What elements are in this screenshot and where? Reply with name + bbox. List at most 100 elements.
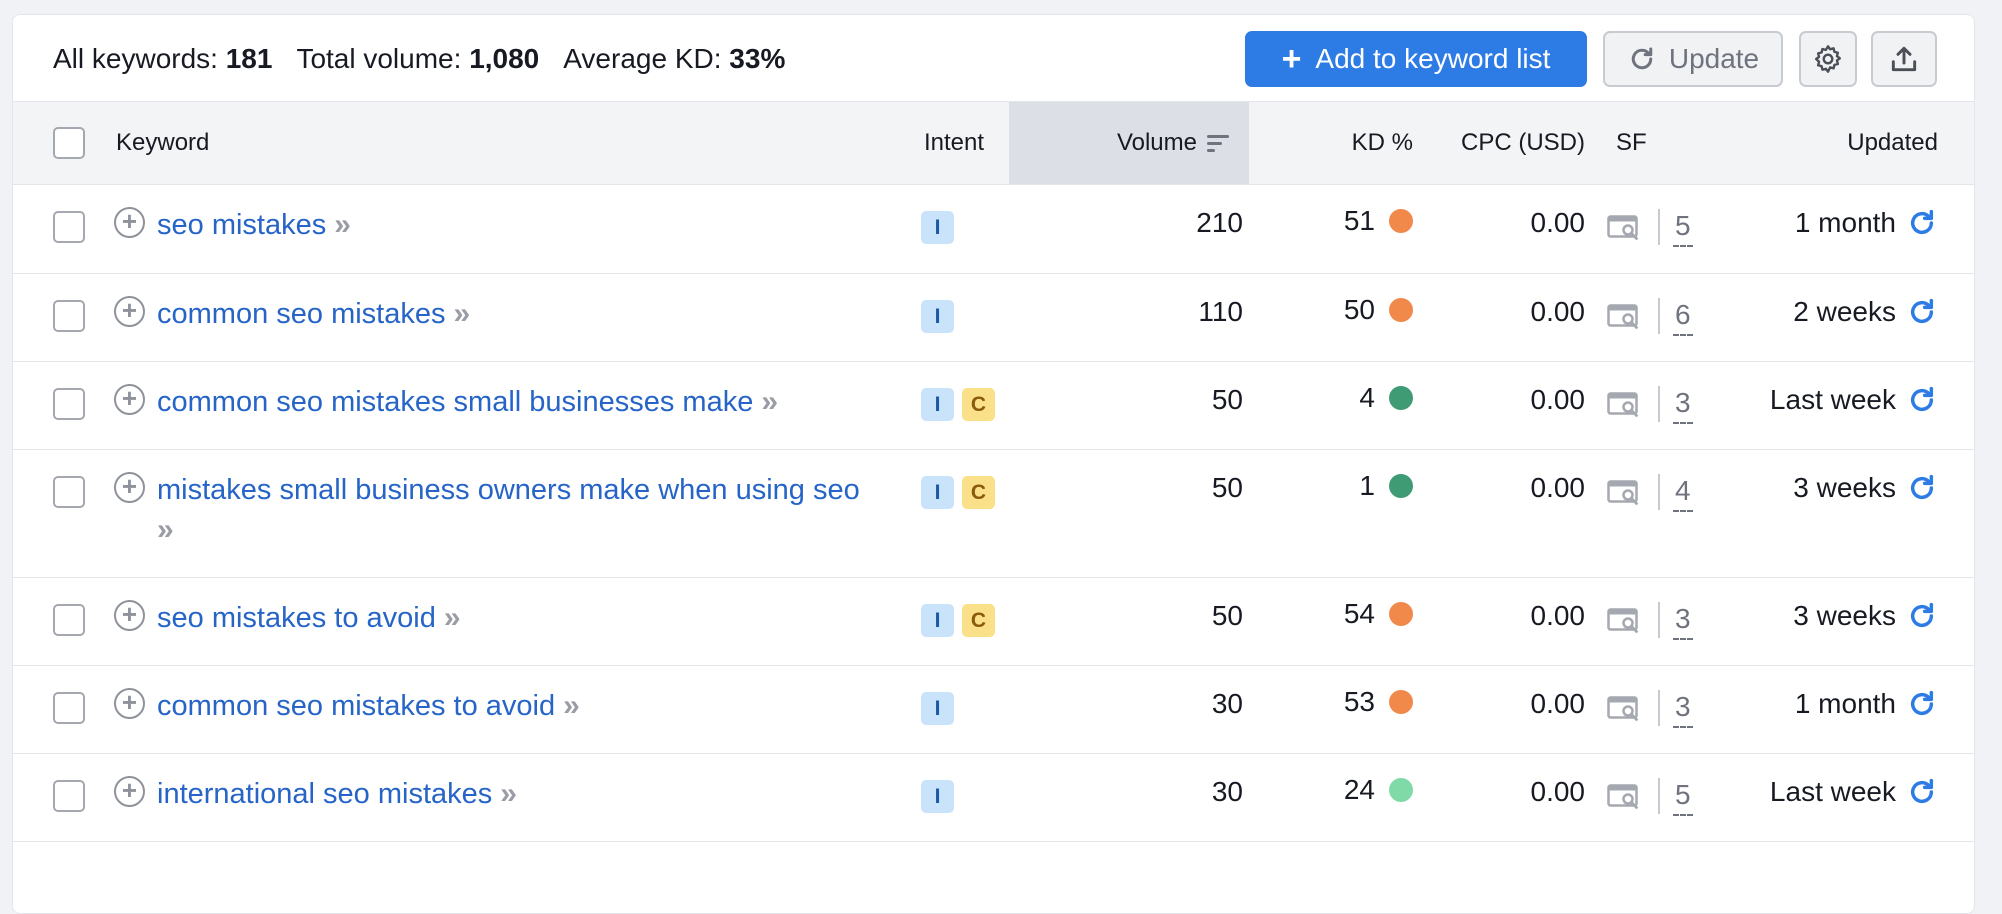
total-volume-value: 1,080 <box>469 43 540 74</box>
sf-count[interactable]: 3 <box>1673 384 1693 424</box>
add-to-list-icon[interactable]: + <box>114 600 145 631</box>
add-to-list-icon[interactable]: + <box>114 207 145 238</box>
column-volume-label: Volume <box>1116 129 1197 156</box>
row-checkbox[interactable] <box>53 780 85 812</box>
sf-count[interactable]: 3 <box>1673 688 1693 728</box>
intent-badge-informational: I <box>921 476 954 509</box>
serp-features-icon[interactable] <box>1607 696 1641 722</box>
row-checkbox[interactable] <box>53 604 85 636</box>
export-button[interactable] <box>1871 31 1937 87</box>
column-keyword-label: Keyword <box>116 129 210 156</box>
all-keywords-value: 181 <box>225 43 273 74</box>
keyword-link[interactable]: common seo mistakes to avoid <box>157 690 555 722</box>
column-header-sf[interactable]: SF <box>1616 102 1647 184</box>
serp-features-icon[interactable] <box>1607 608 1641 634</box>
refresh-row-icon[interactable] <box>1906 384 1938 416</box>
sf-count[interactable]: 4 <box>1673 472 1693 512</box>
select-all-checkbox[interactable] <box>53 127 85 159</box>
serp-features-icon[interactable] <box>1607 480 1641 506</box>
keyword-cell: common seo mistakes small businesses mak… <box>157 382 897 422</box>
add-to-list-icon[interactable]: + <box>114 776 145 807</box>
keyword-link[interactable]: mistakes small business owners make when… <box>157 474 860 506</box>
keyword-overview-chevron-icon[interactable]: » <box>334 208 351 241</box>
column-header-keyword[interactable]: Keyword <box>116 102 209 184</box>
keyword-overview-chevron-icon[interactable]: » <box>563 689 580 722</box>
kd-cell: 4 <box>1293 382 1413 414</box>
keyword-overview-chevron-icon[interactable]: » <box>761 385 778 418</box>
column-header-volume[interactable]: Volume <box>1009 102 1249 184</box>
intent-badge-commercial: C <box>962 388 995 421</box>
intent-badge-informational: I <box>921 388 954 421</box>
keyword-overview-chevron-icon[interactable]: » <box>157 513 174 546</box>
table-row: + international seo mistakes» I 30 24 0.… <box>13 754 1974 842</box>
updated-value: 1 month <box>1794 688 1896 719</box>
cpc-value: 0.00 <box>1530 472 1586 503</box>
keyword-cell: common seo mistakes» <box>157 294 897 334</box>
settings-button[interactable] <box>1799 31 1857 87</box>
add-to-list-icon[interactable]: + <box>114 296 145 327</box>
row-checkbox[interactable] <box>53 692 85 724</box>
row-checkbox[interactable] <box>53 300 85 332</box>
sf-count[interactable]: 3 <box>1673 600 1693 640</box>
keyword-overview-chevron-icon[interactable]: » <box>500 777 517 810</box>
keyword-overview-chevron-icon[interactable]: » <box>454 297 471 330</box>
table-row: + common seo mistakes» I 110 50 0.00 6 2… <box>13 274 1974 362</box>
add-to-list-icon[interactable]: + <box>114 688 145 719</box>
total-volume-stat: Total volume: 1,080 <box>296 43 539 75</box>
average-kd-value: 33% <box>729 43 786 74</box>
total-volume-label: Total volume: <box>296 43 462 74</box>
add-to-keyword-list-button[interactable]: + Add to keyword list <box>1245 31 1587 87</box>
table-row: + seo mistakes» I 210 51 0.00 5 1 month <box>13 185 1974 274</box>
column-header-kd[interactable]: KD % <box>1333 102 1413 184</box>
keyword-cell: mistakes small business owners make when… <box>157 470 897 550</box>
sf-count[interactable]: 5 <box>1673 776 1693 816</box>
row-checkbox[interactable] <box>53 476 85 508</box>
intent-badge-commercial: C <box>962 476 995 509</box>
refresh-row-icon[interactable] <box>1906 472 1938 504</box>
intent-badges: I <box>921 300 954 333</box>
row-checkbox[interactable] <box>53 211 85 243</box>
keyword-link[interactable]: common seo mistakes <box>157 298 446 330</box>
table-row: + common seo mistakes to avoid» I 30 53 … <box>13 666 1974 754</box>
updated-value: 3 weeks <box>1793 472 1896 503</box>
add-to-list-icon[interactable]: + <box>114 472 145 503</box>
keyword-link[interactable]: international seo mistakes <box>157 778 492 810</box>
column-header-intent[interactable]: Intent <box>924 102 984 184</box>
refresh-row-icon[interactable] <box>1906 600 1938 632</box>
sf-divider <box>1658 690 1660 726</box>
refresh-row-icon[interactable] <box>1906 688 1938 720</box>
refresh-row-icon[interactable] <box>1906 776 1938 808</box>
serp-features-icon[interactable] <box>1607 215 1641 241</box>
column-header-updated[interactable]: Updated <box>1847 102 1938 184</box>
intent-badges: IC <box>921 388 995 421</box>
kd-value: 50 <box>1343 294 1375 325</box>
keyword-link[interactable]: seo mistakes <box>157 209 326 241</box>
upload-icon <box>1891 46 1917 72</box>
kd-value: 54 <box>1343 598 1375 629</box>
keyword-link[interactable]: common seo mistakes small businesses mak… <box>157 386 753 418</box>
update-button[interactable]: Update <box>1603 31 1783 87</box>
keyword-overview-chevron-icon[interactable]: » <box>444 601 461 634</box>
serp-features-icon[interactable] <box>1607 392 1641 418</box>
sf-divider <box>1658 474 1660 510</box>
updated-cell: Last week <box>1770 776 1938 808</box>
column-header-cpc[interactable]: CPC (USD) <box>1433 102 1585 184</box>
kd-value: 4 <box>1359 382 1375 413</box>
refresh-row-icon[interactable] <box>1906 207 1938 239</box>
kd-cell: 54 <box>1293 598 1413 630</box>
keyword-link[interactable]: seo mistakes to avoid <box>157 602 436 634</box>
kd-cell: 1 <box>1293 470 1413 502</box>
intent-badges: I <box>921 692 954 725</box>
serp-features-icon[interactable] <box>1607 304 1641 330</box>
column-sf-label: SF <box>1616 129 1647 156</box>
sf-divider <box>1658 209 1660 245</box>
serp-features-icon[interactable] <box>1607 784 1641 810</box>
add-to-list-icon[interactable]: + <box>114 384 145 415</box>
sf-count[interactable]: 5 <box>1673 207 1693 247</box>
refresh-row-icon[interactable] <box>1906 296 1938 328</box>
add-to-keyword-list-label: Add to keyword list <box>1315 43 1551 74</box>
row-checkbox[interactable] <box>53 388 85 420</box>
updated-value: Last week <box>1769 776 1896 807</box>
sf-count[interactable]: 6 <box>1673 296 1693 336</box>
keyword-cell: international seo mistakes» <box>157 774 897 814</box>
